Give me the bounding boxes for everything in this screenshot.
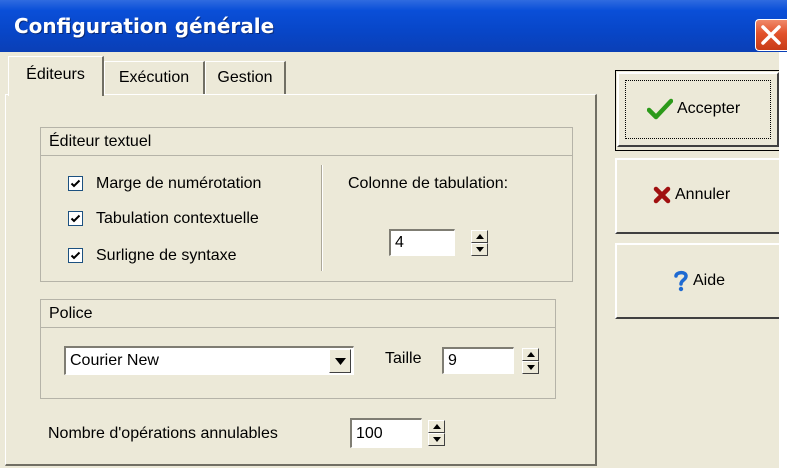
checkbox-contextual-tab-label[interactable]: Tabulation contextuelle bbox=[96, 210, 259, 228]
spin-up-button[interactable] bbox=[471, 230, 488, 243]
font-select[interactable]: Courier New bbox=[64, 346, 354, 375]
group-divider bbox=[321, 165, 323, 271]
arrow-up-icon bbox=[476, 234, 484, 239]
tab-gestion[interactable]: Gestion bbox=[205, 61, 286, 94]
x-icon bbox=[653, 186, 671, 204]
cancel-button-label: Annuler bbox=[675, 186, 731, 203]
font-group-title: Police bbox=[41, 300, 555, 328]
font-dropdown-button[interactable] bbox=[329, 349, 351, 373]
title-bar[interactable]: Configuration générale bbox=[0, 0, 787, 52]
checkmark-icon bbox=[647, 98, 673, 120]
check-icon bbox=[70, 179, 81, 188]
tab-execution[interactable]: Exécution bbox=[104, 61, 205, 94]
spin-up-button[interactable] bbox=[522, 348, 539, 361]
checkbox-syntax-highlight[interactable] bbox=[68, 248, 83, 263]
undo-count-spinner[interactable] bbox=[428, 420, 445, 446]
checkbox-contextual-tab[interactable] bbox=[68, 211, 83, 226]
help-button-label: Aide bbox=[693, 272, 726, 289]
editor-group-title: Éditeur textuel bbox=[41, 128, 572, 156]
accept-button-label: Accepter bbox=[677, 100, 741, 117]
spin-down-button[interactable] bbox=[522, 361, 539, 374]
spin-down-button[interactable] bbox=[471, 243, 488, 256]
size-label: Taille bbox=[385, 350, 422, 367]
arrow-down-icon bbox=[527, 365, 535, 370]
close-icon bbox=[761, 25, 781, 45]
tab-column-label: Colonne de tabulation: bbox=[348, 175, 509, 192]
window-edge bbox=[779, 52, 787, 468]
arrow-down-icon bbox=[433, 437, 441, 442]
question-mark-icon bbox=[674, 270, 688, 292]
font-select-value: Courier New bbox=[70, 352, 159, 369]
check-icon bbox=[70, 214, 81, 223]
checkbox-syntax-highlight-label[interactable]: Surligne de syntaxe bbox=[96, 247, 237, 265]
tab-column-input[interactable]: 4 bbox=[389, 229, 455, 256]
check-icon bbox=[70, 251, 81, 260]
close-button[interactable] bbox=[755, 19, 787, 51]
cancel-button[interactable]: Annuler bbox=[615, 158, 781, 234]
tab-editeurs[interactable]: Éditeurs bbox=[8, 56, 104, 96]
arrow-up-icon bbox=[433, 424, 441, 429]
undo-count-label: Nombre d'opérations annulables bbox=[48, 425, 278, 442]
undo-count-input[interactable]: 100 bbox=[350, 418, 422, 448]
spin-down-button[interactable] bbox=[428, 433, 445, 446]
spin-up-button[interactable] bbox=[428, 420, 445, 433]
checkbox-line-numbers-label[interactable]: Marge de numérotation bbox=[96, 175, 261, 193]
help-button[interactable]: Aide bbox=[615, 243, 781, 319]
tab-column-spinner[interactable] bbox=[471, 230, 488, 256]
checkbox-line-numbers[interactable] bbox=[68, 176, 83, 191]
chevron-down-icon bbox=[335, 358, 346, 365]
accept-button[interactable]: Accepter bbox=[615, 70, 783, 151]
size-spinner[interactable] bbox=[522, 348, 539, 374]
arrow-down-icon bbox=[476, 247, 484, 252]
size-input[interactable]: 9 bbox=[442, 347, 514, 374]
window-title: Configuration générale bbox=[14, 14, 275, 38]
arrow-up-icon bbox=[527, 352, 535, 357]
accept-button-face: Accepter bbox=[617, 72, 779, 147]
